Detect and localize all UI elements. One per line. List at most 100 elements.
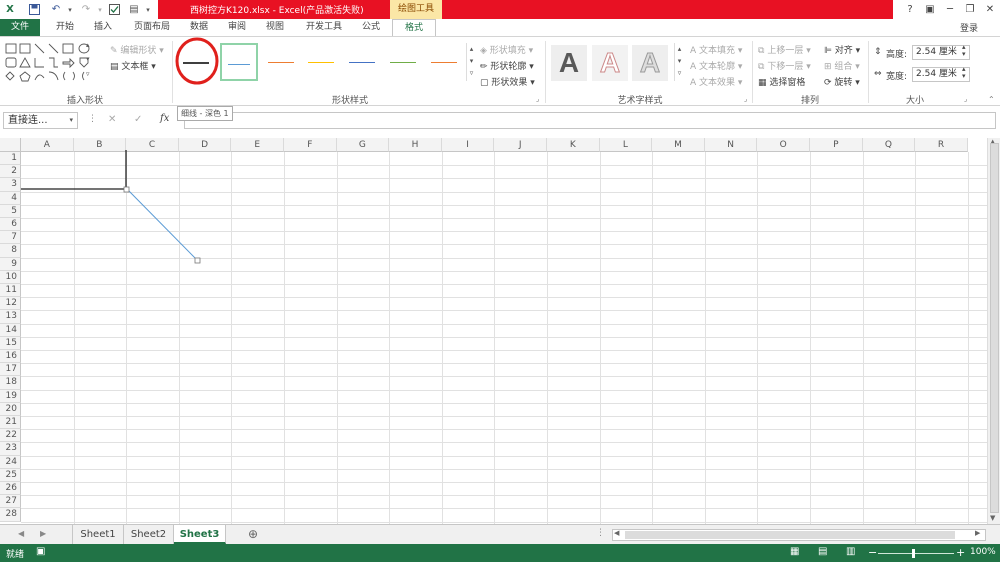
- edit-shape-button[interactable]: ✎ 编辑形状 ▾: [110, 43, 164, 56]
- next-sheet-icon[interactable]: ▶: [40, 529, 46, 538]
- text-effects-button[interactable]: A 文本效果 ▾: [690, 75, 742, 88]
- insert-function-icon[interactable]: fx: [160, 113, 169, 124]
- shape-fill-button[interactable]: ◈ 形状填充 ▾: [480, 43, 533, 56]
- sign-in-link[interactable]: 登录: [960, 21, 978, 34]
- wordart-launcher-icon[interactable]: ⌟: [744, 95, 747, 103]
- wordart-group-label: 艺术字样式: [617, 96, 663, 106]
- enter-formula-icon[interactable]: ✓: [134, 114, 142, 125]
- shapes-more-icon[interactable]: ▿: [86, 70, 90, 78]
- sheet-tab-2[interactable]: Sheet2: [124, 525, 174, 544]
- line-swatch: [431, 62, 457, 63]
- checkbox-icon[interactable]: [106, 2, 122, 17]
- shape-style-thin-dark[interactable]: [175, 37, 219, 85]
- text-box-button[interactable]: ▤ 文本框 ▾: [110, 59, 156, 72]
- align-button[interactable]: ⊫ 对齐 ▾: [824, 43, 860, 56]
- width-spinner-icon[interactable]: ▴ ▾: [962, 66, 966, 80]
- prev-sheet-icon[interactable]: ◀: [18, 529, 24, 538]
- line-swatch: [228, 64, 250, 65]
- formula-bar: 直接连... ▾ ⋮ ✕ ✓ fx: [0, 110, 1000, 132]
- name-box-dropdown-icon[interactable]: ▾: [69, 113, 73, 128]
- tab-format[interactable]: 格式: [392, 19, 436, 36]
- tab-formulas[interactable]: 公式: [356, 19, 386, 36]
- size-launcher-icon[interactable]: ⌟: [964, 95, 967, 103]
- tab-home[interactable]: 开始: [50, 19, 80, 36]
- sheet-tab-1[interactable]: Sheet1: [72, 525, 124, 544]
- add-sheet-icon[interactable]: ⊕: [248, 527, 258, 541]
- bring-forward-button[interactable]: ⧉ 上移一层 ▾: [758, 43, 811, 56]
- text-fill-button[interactable]: A 文本填充 ▾: [690, 43, 742, 56]
- name-box[interactable]: 直接连... ▾: [3, 112, 78, 129]
- wordart-style-1[interactable]: A: [551, 45, 587, 81]
- zoom-slider-thumb[interactable]: [912, 549, 915, 558]
- scroll-left-icon[interactable]: ◀: [614, 529, 619, 537]
- normal-view-icon[interactable]: ▦: [790, 546, 799, 557]
- shapes-scroll-down-icon[interactable]: ▾: [86, 55, 90, 63]
- shape-style-thin-accent6[interactable]: [425, 43, 463, 81]
- tab-developer[interactable]: 开发工具: [300, 19, 348, 36]
- customize-qat-icon[interactable]: ▾: [140, 2, 156, 17]
- shape-outline-button[interactable]: ✏ 形状轮廓 ▾: [480, 59, 534, 72]
- vertical-scrollbar[interactable]: ▲ ▼: [987, 138, 1000, 524]
- shape-style-thin-accent1[interactable]: [220, 43, 258, 81]
- shape-effects-button[interactable]: ▢ 形状效果 ▾: [480, 75, 535, 88]
- text-outline-button[interactable]: A 文本轮廓 ▾: [690, 59, 742, 72]
- send-backward-button[interactable]: ⧉ 下移一层 ▾: [758, 59, 811, 72]
- page-break-view-icon[interactable]: ▥: [846, 546, 855, 557]
- line-swatch: [268, 62, 294, 63]
- annotation-circle: [175, 37, 219, 85]
- tab-view[interactable]: 视图: [260, 19, 290, 36]
- zoom-in-button[interactable]: +: [956, 546, 965, 559]
- styles-scroll[interactable]: ▴ ▾ ▿: [466, 43, 476, 81]
- cancel-formula-icon[interactable]: ✕: [108, 114, 116, 125]
- bring-forward-label: 上移一层: [767, 46, 804, 56]
- selection-pane-button[interactable]: ▦ 选择窗格: [758, 75, 805, 88]
- page-layout-view-icon[interactable]: ▤: [818, 546, 827, 557]
- help-button[interactable]: ?: [900, 0, 920, 19]
- connector-end-handle[interactable]: [194, 257, 201, 264]
- shape-style-thin-accent4[interactable]: [343, 43, 381, 81]
- tab-split-grip-icon[interactable]: ⋮: [596, 528, 605, 538]
- group-button[interactable]: ⊞ 组合 ▾: [824, 59, 860, 72]
- shape-style-thin-accent2[interactable]: [262, 43, 300, 81]
- shape-style-thin-accent3[interactable]: [302, 43, 340, 81]
- scroll-down-icon[interactable]: ▼: [990, 514, 995, 522]
- scroll-thumb[interactable]: [990, 143, 999, 513]
- sheet-tab-3[interactable]: Sheet3: [174, 525, 226, 544]
- worksheet-grid[interactable]: ABCDEFGHIJKLMNOPQR 1 2 3 4 5 6 7 8 9 10 11 12 13 14 15…: [0, 138, 987, 524]
- zoom-slider[interactable]: [878, 553, 954, 554]
- connector-start-handle[interactable]: [123, 186, 130, 193]
- restore-button[interactable]: ❐: [960, 0, 980, 19]
- shape-styles-launcher-icon[interactable]: ⌟: [536, 95, 539, 103]
- close-button[interactable]: ✕: [980, 0, 1000, 19]
- wordart-scroll[interactable]: ▴ ▾ ▿: [674, 43, 684, 81]
- collapse-ribbon-icon[interactable]: ⌃: [988, 95, 995, 104]
- ribbon-display-button[interactable]: ▣: [920, 0, 940, 19]
- wordart-style-2[interactable]: A: [592, 45, 628, 81]
- tab-review[interactable]: 审阅: [222, 19, 252, 36]
- scroll-right-icon[interactable]: ▶: [975, 529, 980, 537]
- height-spinner-icon[interactable]: ▴ ▾: [962, 44, 966, 58]
- h-scroll-thumb[interactable]: [625, 531, 955, 539]
- rotate-icon: ⟳: [824, 78, 832, 88]
- zoom-out-button[interactable]: −: [868, 546, 877, 559]
- align-label: 对齐: [834, 46, 853, 56]
- macro-record-icon[interactable]: ▣: [36, 546, 45, 557]
- shape-style-thin-accent5[interactable]: [384, 43, 422, 81]
- horizontal-scrollbar[interactable]: ◀ ▶: [612, 529, 986, 541]
- height-value: 2.54 厘米: [916, 47, 957, 57]
- group-separator: [545, 41, 546, 103]
- tab-insert[interactable]: 插入: [88, 19, 118, 36]
- rotate-button[interactable]: ⟳ 旋转 ▾: [824, 75, 860, 88]
- minimize-button[interactable]: ─: [940, 0, 960, 19]
- zoom-level[interactable]: 100%: [970, 547, 996, 557]
- tab-page-layout[interactable]: 页面布局: [128, 19, 176, 36]
- tab-file[interactable]: 文件: [0, 19, 40, 36]
- edit-shape-icon: ✎: [110, 46, 118, 56]
- selected-straight-connector[interactable]: [126, 188, 198, 261]
- save-icon[interactable]: [26, 2, 42, 17]
- tab-data[interactable]: 数据: [184, 19, 214, 36]
- shapes-scroll-up-icon[interactable]: ▴: [86, 41, 90, 49]
- wordart-style-3[interactable]: A: [632, 45, 668, 81]
- undo-dropdown-icon[interactable]: ▾: [62, 2, 78, 17]
- formula-input[interactable]: [184, 112, 996, 129]
